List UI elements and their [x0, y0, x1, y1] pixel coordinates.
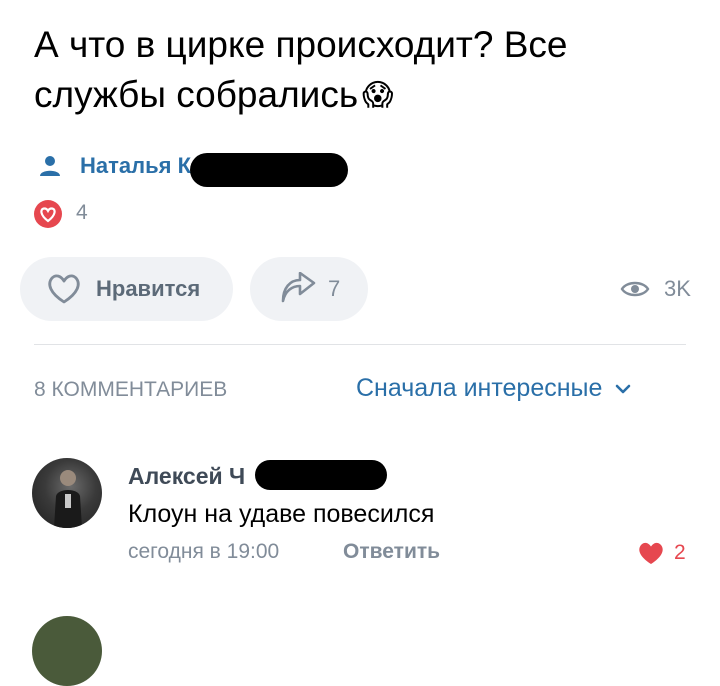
comment-like-count: 2: [674, 541, 686, 564]
author-name[interactable]: Наталья К: [80, 153, 191, 179]
comment-time: сегодня в 19:00: [128, 540, 280, 563]
sort-label: Сначала интересные: [356, 374, 603, 402]
like-button[interactable]: Нравится: [20, 257, 233, 321]
avatar-photo: [54, 470, 82, 528]
share-button[interactable]: 7: [250, 257, 368, 321]
reply-button[interactable]: Ответить: [343, 540, 440, 564]
share-count: 7: [328, 276, 341, 301]
share-icon: [281, 272, 316, 303]
post-text-content: А что в цирке происходит? Все службы соб…: [34, 24, 568, 115]
heart-icon: [48, 274, 80, 304]
redaction-mark: [255, 460, 387, 490]
like-button-label: Нравится: [96, 276, 201, 301]
redaction-mark: [190, 153, 348, 187]
comments-count: 8 КОММЕНТАРИЕВ: [34, 378, 228, 401]
divider: [34, 344, 686, 345]
post-text: А что в цирке происходит? Все службы соб…: [34, 20, 694, 121]
views-count: 3K: [664, 276, 691, 301]
views-indicator: 3K: [620, 276, 691, 302]
avatar[interactable]: [32, 616, 102, 686]
heart-icon: [40, 207, 56, 223]
comment-author[interactable]: Алексей Ч: [128, 463, 245, 490]
sort-dropdown[interactable]: Сначала интересные: [356, 374, 632, 403]
reaction-heart-badge: [34, 200, 62, 228]
eye-icon: [620, 281, 650, 297]
comment-text: Клоун на удаве повесился: [128, 500, 435, 528]
scream-emoji: 😱: [362, 79, 394, 112]
reactions-count: 4: [76, 201, 88, 224]
comment-like-button[interactable]: 2: [636, 540, 686, 566]
heart-icon: [639, 542, 663, 564]
avatar[interactable]: [32, 458, 102, 528]
chevron-down-icon: [616, 384, 631, 393]
person-icon: [40, 156, 60, 176]
